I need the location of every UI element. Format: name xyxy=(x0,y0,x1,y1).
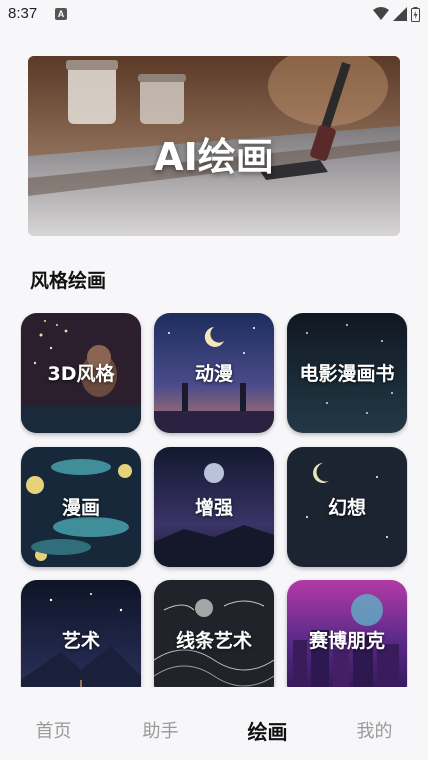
hero-banner[interactable]: AI绘画 xyxy=(28,56,400,236)
style-label: 漫画 xyxy=(61,497,100,519)
bottom-navigation: 首页 助手 绘画 我的 xyxy=(0,687,428,760)
section-title: 风格绘画 xyxy=(30,270,107,292)
style-card-comic[interactable]: 漫画 xyxy=(21,447,141,567)
style-label: 赛博朋克 xyxy=(308,630,385,652)
status-time: 8:37 xyxy=(8,5,38,22)
style-grid: 3D风格 动漫 电影漫画书 漫画 增强 幻想 艺术 线条艺术 赛博朋克 xyxy=(20,313,408,687)
style-label: 艺术 xyxy=(61,630,100,652)
style-card-fantasy[interactable]: 幻想 xyxy=(287,447,407,567)
style-card-cyberpunk[interactable]: 赛博朋克 xyxy=(287,580,407,687)
style-card-enhance[interactable]: 增强 xyxy=(154,447,274,567)
style-card-line-art[interactable]: 线条艺术 xyxy=(154,580,274,687)
wifi-icon xyxy=(373,7,389,20)
status-icons xyxy=(373,6,420,22)
style-card-anime[interactable]: 动漫 xyxy=(154,313,274,433)
nav-tab-home[interactable]: 首页 xyxy=(0,717,107,743)
style-label: 3D风格 xyxy=(47,363,115,385)
style-card-3d[interactable]: 3D风格 xyxy=(21,313,141,433)
style-label: 电影漫画书 xyxy=(299,363,395,385)
nav-tab-painting[interactable]: 绘画 xyxy=(214,716,321,745)
battery-icon xyxy=(411,6,420,22)
nav-tab-mine[interactable]: 我的 xyxy=(321,717,428,743)
style-label: 动漫 xyxy=(194,363,233,385)
notification-a-icon: A xyxy=(55,8,67,20)
signal-icon xyxy=(393,7,407,21)
nav-tab-assistant[interactable]: 助手 xyxy=(107,717,214,743)
style-card-art[interactable]: 艺术 xyxy=(21,580,141,687)
hero-title: AI绘画 xyxy=(154,135,274,179)
style-label: 增强 xyxy=(194,497,233,519)
style-label: 线条艺术 xyxy=(175,630,252,652)
style-label: 幻想 xyxy=(327,497,366,519)
status-bar: 8:37 A xyxy=(0,0,428,30)
style-card-movie-comic[interactable]: 电影漫画书 xyxy=(287,313,407,433)
